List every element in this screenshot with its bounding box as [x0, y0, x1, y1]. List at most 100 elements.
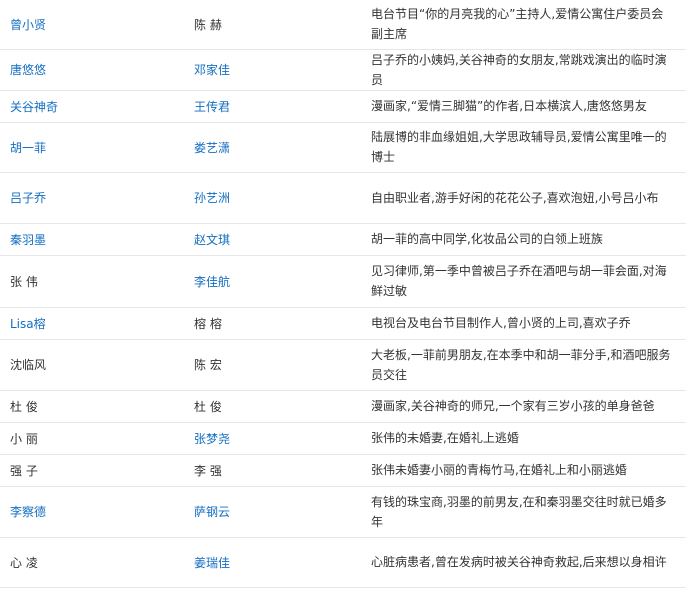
role-description: 胡一菲的高中同学,化妆品公司的白领上班族: [371, 232, 603, 246]
actor-name-link[interactable]: 姜瑞佳: [194, 556, 230, 570]
role-name-link[interactable]: 关谷神奇: [10, 100, 58, 114]
role-name-link[interactable]: 李察德: [10, 505, 46, 519]
actor-cell: 陈 赫: [185, 0, 365, 50]
table-row: 曾小贤 陈 赫 电台节目“你的月亮我的心”主持人,爱情公寓住户委员会副主席: [0, 0, 686, 50]
role-cell: 关谷神奇: [0, 90, 185, 123]
actor-name-link[interactable]: 王传君: [194, 100, 230, 114]
description-cell: 漫画家,关谷神奇的师兄,一个家有三岁小孩的单身爸爸: [365, 390, 686, 423]
role-cell: 小 丽: [0, 422, 185, 455]
description-cell: 有钱的珠宝商,羽墨的前男友,在和秦羽墨交往时就已婚多年: [365, 486, 686, 538]
actor-cell: 王传君: [185, 90, 365, 123]
description-cell: 胡一菲的高中同学,化妆品公司的白领上班族: [365, 223, 686, 256]
cast-table-body: 曾小贤 陈 赫 电台节目“你的月亮我的心”主持人,爱情公寓住户委员会副主席唐悠悠 邓家…: [0, 0, 686, 588]
table-row: 秦羽墨 赵文琪 胡一菲的高中同学,化妆品公司的白领上班族: [0, 223, 686, 256]
role-description: 电台节目“你的月亮我的心”主持人,爱情公寓住户委员会副主席: [371, 7, 664, 42]
actor-name: 陈 宏: [194, 358, 222, 372]
role-description: 张伟未婚妻小丽的青梅竹马,在婚礼上和小丽逃婚: [371, 463, 627, 477]
actor-name-link[interactable]: 李佳航: [194, 275, 230, 289]
description-cell: 见习律师,第一季中曾被吕子乔在酒吧与胡一菲会面,对海鲜过敏: [365, 255, 686, 308]
role-description: 见习律师,第一季中曾被吕子乔在酒吧与胡一菲会面,对海鲜过敏: [371, 264, 667, 298]
table-row: 吕子乔 孙艺洲 自由职业者,游手好闲的花花公子,喜欢泡妞,小号吕小布: [0, 172, 686, 224]
actor-name-link[interactable]: 赵文琪: [194, 233, 230, 247]
actor-name-link[interactable]: 张梦尧: [194, 432, 230, 446]
description-cell: 陆展博的非血缘姐姐,大学思政辅导员,爱情公寓里唯一的博士: [365, 122, 686, 173]
actor-cell: 陈 宏: [185, 339, 365, 391]
role-name: 小 丽: [10, 431, 38, 446]
table-row: 小 丽 张梦尧 张伟的未婚妻,在婚礼上逃婚: [0, 422, 686, 455]
actor-cell: 张梦尧: [185, 422, 365, 455]
actor-cell: 姜瑞佳: [185, 537, 365, 588]
role-description: 张伟的未婚妻,在婚礼上逃婚: [371, 431, 519, 445]
role-description: 心脏病患者,曾在发病时被关谷神奇救起,后来想以身相许: [371, 555, 667, 569]
actor-cell: 娄艺潇: [185, 122, 365, 173]
role-name-link[interactable]: 曾小贤: [10, 18, 46, 32]
role-name: 沈临风: [10, 358, 47, 372]
actor-name-link[interactable]: 邓家佳: [194, 63, 230, 77]
actor-name-link[interactable]: 萨钢云: [194, 505, 230, 519]
table-row: 关谷神奇 王传君 漫画家,“爱情三脚猫”的作者,日本横滨人,唐悠悠男友: [0, 90, 686, 123]
role-name-link[interactable]: Lisa榕: [10, 317, 46, 331]
role-cell: 吕子乔: [0, 172, 185, 224]
role-description: 漫画家,关谷神奇的师兄,一个家有三岁小孩的单身爸爸: [371, 399, 655, 413]
description-cell: 电视台及电台节目制作人,曾小贤的上司,喜欢子乔: [365, 307, 686, 340]
description-cell: 张伟的未婚妻,在婚礼上逃婚: [365, 422, 686, 455]
table-row: 胡一菲 娄艺潇 陆展博的非血缘姐姐,大学思政辅导员,爱情公寓里唯一的博士: [0, 122, 686, 173]
role-description: 自由职业者,游手好闲的花花公子,喜欢泡妞,小号吕小布: [371, 190, 659, 205]
table-row: 李察德 萨钢云 有钱的珠宝商,羽墨的前男友,在和秦羽墨交往时就已婚多年: [0, 486, 686, 538]
role-name: 强 子: [10, 463, 38, 478]
role-cell: 心 凌: [0, 537, 185, 588]
actor-cell: 李佳航: [185, 255, 365, 308]
table-row: 强 子 李 强 张伟未婚妻小丽的青梅竹马,在婚礼上和小丽逃婚: [0, 454, 686, 487]
role-cell: 秦羽墨: [0, 223, 185, 256]
actor-cell: 赵文琪: [185, 223, 365, 256]
description-cell: 心脏病患者,曾在发病时被关谷神奇救起,后来想以身相许: [365, 537, 686, 588]
role-cell: 张 伟: [0, 255, 185, 308]
actor-name-link[interactable]: 孙艺洲: [194, 191, 230, 205]
role-name-link[interactable]: 吕子乔: [10, 191, 46, 205]
role-description: 电视台及电台节目制作人,曾小贤的上司,喜欢子乔: [371, 316, 631, 330]
actor-name-link[interactable]: 娄艺潇: [194, 141, 230, 155]
actor-name: 陈 赫: [194, 17, 222, 32]
role-name-link[interactable]: 胡一菲: [10, 141, 46, 155]
role-description: 大老板,一菲前男朋友,在本季中和胡一菲分手,和酒吧服务员交往: [371, 347, 671, 382]
table-row: 唐悠悠 邓家佳 吕子乔的小姨妈,关谷神奇的女朋友,常跳戏演出的临时演员: [0, 49, 686, 91]
actor-cell: 邓家佳: [185, 49, 365, 91]
description-cell: 漫画家,“爱情三脚猫”的作者,日本横滨人,唐悠悠男友: [365, 90, 686, 123]
actor-cell: 孙艺洲: [185, 172, 365, 224]
table-row: Lisa榕 榕 榕 电视台及电台节目制作人,曾小贤的上司,喜欢子乔: [0, 307, 686, 340]
table-row: 沈临风 陈 宏 大老板,一菲前男朋友,在本季中和胡一菲分手,和酒吧服务员交往: [0, 339, 686, 391]
actor-cell: 李 强: [185, 454, 365, 487]
role-description: 有钱的珠宝商,羽墨的前男友,在和秦羽墨交往时就已婚多年: [371, 494, 667, 529]
description-cell: 吕子乔的小姨妈,关谷神奇的女朋友,常跳戏演出的临时演员: [365, 49, 686, 91]
role-description: 漫画家,“爱情三脚猫”的作者,日本横滨人,唐悠悠男友: [371, 99, 647, 113]
role-cell: 唐悠悠: [0, 49, 185, 91]
role-description: 吕子乔的小姨妈,关谷神奇的女朋友,常跳戏演出的临时演员: [371, 52, 667, 87]
table-row: 张 伟 李佳航 见习律师,第一季中曾被吕子乔在酒吧与胡一菲会面,对海鲜过敏: [0, 255, 686, 308]
description-cell: 自由职业者,游手好闲的花花公子,喜欢泡妞,小号吕小布: [365, 172, 686, 224]
role-cell: 胡一菲: [0, 122, 185, 173]
role-name: 张 伟: [10, 274, 38, 289]
role-cell: 沈临风: [0, 339, 185, 391]
description-cell: 大老板,一菲前男朋友,在本季中和胡一菲分手,和酒吧服务员交往: [365, 339, 686, 391]
role-name-link[interactable]: 秦羽墨: [10, 233, 46, 247]
actor-cell: 榕 榕: [185, 307, 365, 340]
role-cell: 强 子: [0, 454, 185, 487]
role-cell: 李察德: [0, 486, 185, 538]
actor-cell: 杜 俊: [185, 390, 365, 423]
role-cell: 杜 俊: [0, 390, 185, 423]
table-row: 杜 俊 杜 俊 漫画家,关谷神奇的师兄,一个家有三岁小孩的单身爸爸: [0, 390, 686, 423]
actor-name: 榕 榕: [194, 316, 222, 331]
actor-cell: 萨钢云: [185, 486, 365, 538]
role-cell: 曾小贤: [0, 0, 185, 50]
role-cell: Lisa榕: [0, 307, 185, 340]
role-name-link[interactable]: 唐悠悠: [10, 63, 46, 77]
role-name: 杜 俊: [10, 399, 38, 414]
role-name: 心 凌: [10, 555, 38, 570]
actor-name: 杜 俊: [194, 399, 222, 414]
table-row: 心 凌 姜瑞佳 心脏病患者,曾在发病时被关谷神奇救起,后来想以身相许: [0, 537, 686, 588]
cast-table: 曾小贤 陈 赫 电台节目“你的月亮我的心”主持人,爱情公寓住户委员会副主席唐悠悠 邓家…: [0, 0, 686, 588]
description-cell: 张伟未婚妻小丽的青梅竹马,在婚礼上和小丽逃婚: [365, 454, 686, 487]
description-cell: 电台节目“你的月亮我的心”主持人,爱情公寓住户委员会副主席: [365, 0, 686, 50]
role-description: 陆展博的非血缘姐姐,大学思政辅导员,爱情公寓里唯一的博士: [371, 130, 667, 164]
actor-name: 李 强: [194, 463, 222, 478]
